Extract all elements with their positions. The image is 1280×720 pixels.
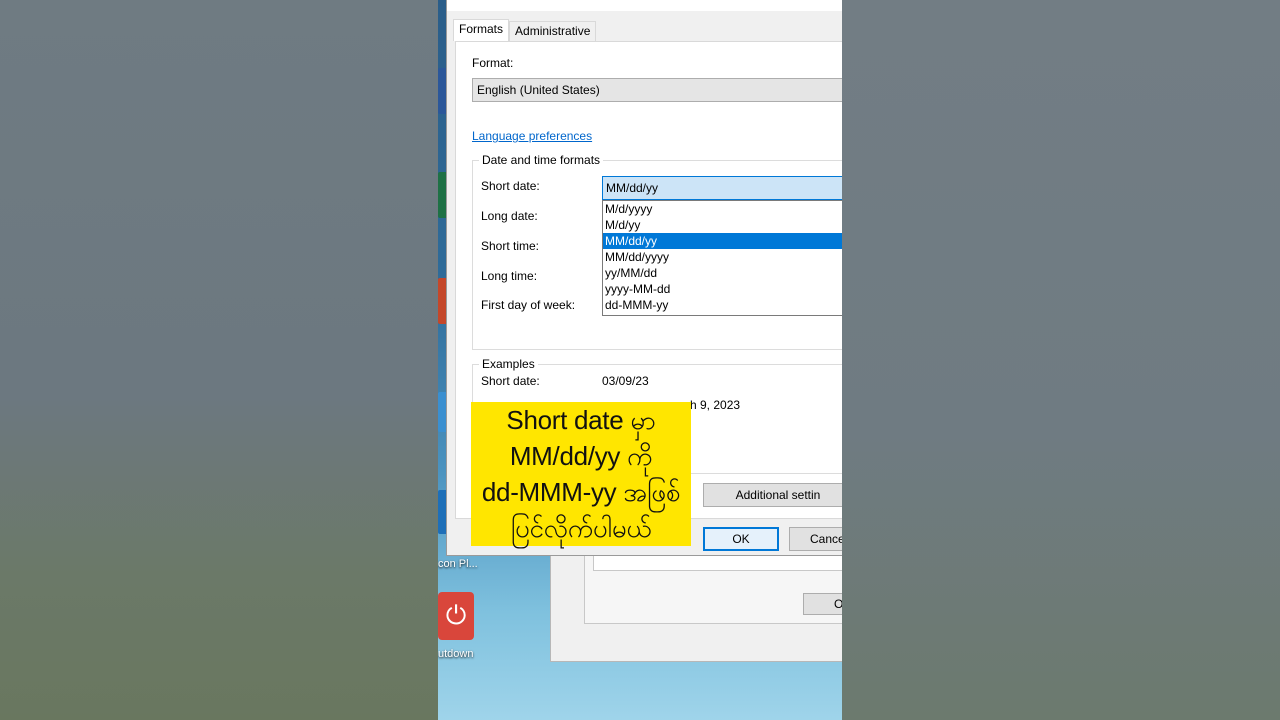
instruction-caption: Short date မှာ MM/dd/yy ကို dd-MMM-yy အဖ…	[471, 402, 691, 546]
tab-strip: Formats Administrative	[453, 19, 597, 43]
dropdown-option-selected[interactable]: MM/dd/yy	[603, 233, 842, 249]
short-time-label: Short time:	[481, 239, 540, 253]
format-label: Format:	[472, 56, 514, 70]
dropdown-option[interactable]: yy/MM/dd	[603, 265, 842, 281]
right-blurred-background	[842, 0, 1280, 720]
short-date-dropdown[interactable]: M/d/yyyy M/d/yy MM/dd/yy MM/dd/yyyy yy/M…	[602, 200, 842, 316]
dropdown-option[interactable]: M/d/yyyy	[603, 201, 842, 217]
long-date-label: Long date:	[481, 209, 538, 223]
tab-administrative[interactable]: Administrative	[509, 21, 597, 41]
left-blurred-background	[0, 0, 438, 720]
title-bar	[447, 0, 842, 11]
caption-line: dd-MMM-yy အဖြစ်	[481, 477, 681, 507]
short-date-select[interactable]: MM/dd/yy	[602, 176, 842, 200]
format-select[interactable]: English (United States)	[472, 78, 842, 102]
group-title: Examples	[479, 357, 538, 371]
example-long-date-value: h 9, 2023	[690, 398, 741, 412]
tab-formats[interactable]: Formats	[453, 19, 510, 41]
dropdown-option[interactable]: dd-MMM-yy	[603, 297, 842, 313]
caption-line: ပြင်လိုက်ပါမယ်	[510, 513, 652, 543]
background-ok-button[interactable]: O	[803, 593, 842, 615]
additional-settings-button[interactable]: Additional settin	[703, 483, 842, 507]
short-date-label: Short date:	[481, 179, 540, 193]
example-short-date-value: 03/09/23	[602, 374, 649, 388]
first-day-of-week-label: First day of week:	[481, 298, 576, 312]
desktop-label-shutdown: utdown	[438, 648, 474, 660]
cancel-button[interactable]: Cance	[789, 527, 842, 551]
ok-button[interactable]: OK	[703, 527, 779, 551]
example-short-date-label: Short date:	[481, 374, 540, 388]
caption-line: MM/dd/yy ကို	[509, 441, 653, 471]
dropdown-option[interactable]: M/d/yy	[603, 217, 842, 233]
desktop-label-control-panel: con Pl...	[438, 558, 478, 570]
long-time-label: Long time:	[481, 269, 538, 283]
dropdown-option[interactable]: MM/dd/yyyy	[603, 249, 842, 265]
language-preferences-link[interactable]: Language preferences	[472, 129, 592, 143]
caption-line: Short date မှာ	[506, 405, 656, 435]
group-title: Date and time formats	[479, 153, 604, 167]
screen-capture: con Pl... ⏻ utdown O Formats Administrat…	[438, 0, 842, 720]
dropdown-option[interactable]: yyyy-MM-dd	[603, 281, 842, 297]
shutdown-icon[interactable]: ⏻	[438, 592, 474, 640]
